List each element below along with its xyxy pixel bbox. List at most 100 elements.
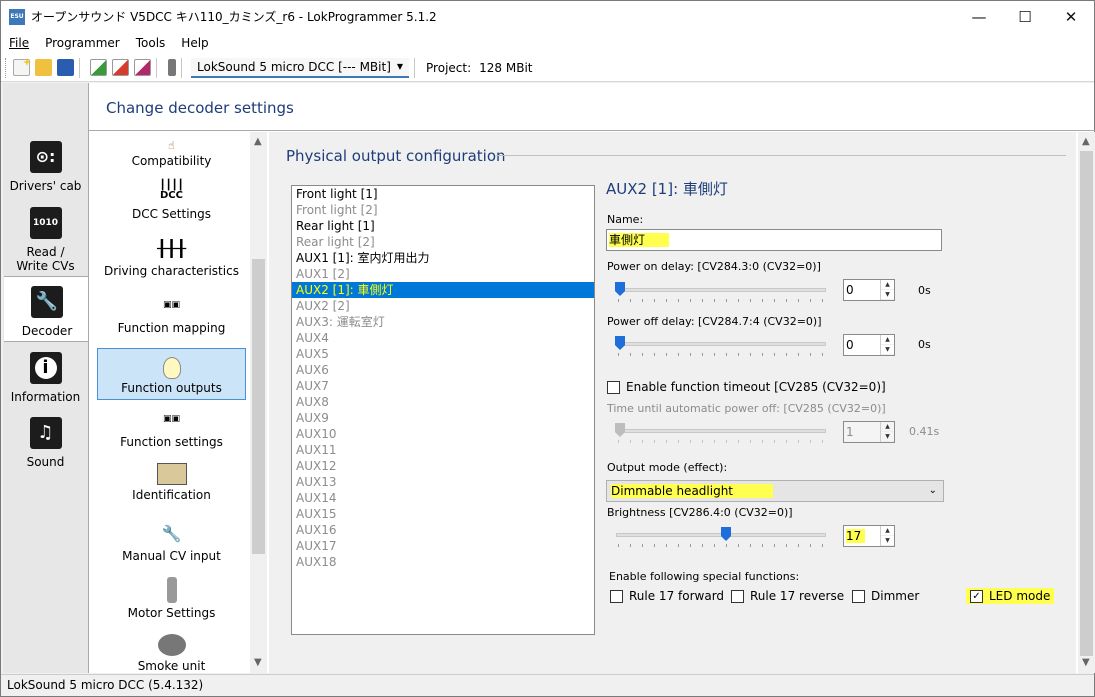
brightness-spin[interactable]: 17 ▲ ▼: [843, 525, 895, 547]
spin-buttons[interactable]: ▲ ▼: [880, 280, 894, 300]
checkbox-checked[interactable]: ✓: [970, 589, 983, 603]
scroll-down-icon[interactable]: ▼: [1082, 657, 1090, 668]
checkbox-box[interactable]: [610, 589, 623, 603]
list-item[interactable]: Front light [1]: [292, 186, 594, 202]
category-motor-settings[interactable]: Motor Settings: [97, 577, 246, 620]
list-item[interactable]: AUX16: [292, 522, 594, 538]
list-item[interactable]: AUX17: [292, 538, 594, 554]
spin-down-icon[interactable]: ▼: [881, 536, 894, 546]
import-icon[interactable]: [90, 59, 107, 76]
spin-up-icon[interactable]: ▲: [881, 526, 894, 536]
decoder-type-dropdown[interactable]: LokSound 5 micro DCC [--- MBit] ▼: [191, 57, 410, 78]
checkbox-box[interactable]: [607, 380, 620, 394]
rule17-reverse-label: Rule 17 reverse: [750, 589, 845, 603]
list-item[interactable]: AUX10: [292, 426, 594, 442]
list-item-selected[interactable]: AUX2 [1]: 車側灯: [292, 282, 594, 298]
sidebar-item-drivers-cab[interactable]: ⊙: Drivers' cab: [3, 141, 88, 193]
timeout-checkbox[interactable]: Enable function timeout [CV285 (CV32=0)]: [607, 380, 886, 394]
list-item[interactable]: AUX11: [292, 442, 594, 458]
power-on-spin[interactable]: 0 ▲ ▼: [843, 279, 895, 301]
list-item[interactable]: AUX8: [292, 394, 594, 410]
auto-off-slider[interactable]: [615, 423, 625, 437]
scroll-down-icon[interactable]: ▼: [254, 657, 262, 668]
list-item[interactable]: AUX7: [292, 378, 594, 394]
checkbox-box[interactable]: [731, 589, 744, 603]
spin-up-icon[interactable]: ▲: [881, 280, 894, 290]
name-field[interactable]: 車側灯: [606, 229, 942, 251]
category-function-settings[interactable]: ▣▣ Function settings: [97, 406, 246, 449]
sidebar-item-information[interactable]: i Information: [3, 352, 88, 404]
new-file-icon[interactable]: [13, 58, 31, 76]
power-on-slider[interactable]: [615, 282, 625, 296]
list-item[interactable]: AUX13: [292, 474, 594, 490]
list-item[interactable]: AUX5: [292, 346, 594, 362]
menu-help[interactable]: Help: [173, 36, 216, 50]
maximize-button[interactable]: ☐: [1002, 1, 1048, 32]
list-item[interactable]: AUX1 [2]: [292, 266, 594, 282]
list-item[interactable]: Rear light [1]: [292, 218, 594, 234]
spin-down-icon[interactable]: ▼: [881, 290, 894, 300]
category-dcc-settings[interactable]: ┃┃┃┃ DCC DCC Settings: [97, 178, 246, 222]
led-mode-checkbox[interactable]: ✓ LED mode: [966, 588, 1055, 604]
list-item[interactable]: AUX1 [1]: 室内灯用出力: [292, 250, 594, 266]
category-driving-characteristics[interactable]: ╂╂╂ Driving characteristics: [97, 235, 246, 279]
list-item[interactable]: AUX6: [292, 362, 594, 378]
output-list[interactable]: Front light [1] Front light [2] Rear lig…: [291, 185, 595, 635]
spin-buttons[interactable]: ▲ ▼: [880, 526, 894, 546]
category-scrollbar[interactable]: ▲ ▼: [250, 132, 267, 673]
menu-programmer[interactable]: Programmer: [37, 36, 128, 50]
dimmer-checkbox[interactable]: Dimmer: [852, 589, 919, 603]
menu-file[interactable]: File: [1, 36, 37, 50]
sidebar-item-sound[interactable]: ♫ Sound: [3, 417, 88, 469]
list-item[interactable]: AUX15: [292, 506, 594, 522]
export-icon[interactable]: [112, 59, 129, 76]
category-manual-cv-input[interactable]: 🔧 Manual CV input: [97, 520, 246, 564]
scrollbar-thumb[interactable]: [252, 259, 265, 554]
key-icon[interactable]: [168, 59, 176, 76]
checkbox-box[interactable]: [852, 589, 865, 603]
power-off-spin[interactable]: 0 ▲ ▼: [843, 334, 895, 356]
spin-down-icon[interactable]: ▼: [881, 432, 894, 442]
list-item[interactable]: AUX9: [292, 410, 594, 426]
brightness-slider[interactable]: [721, 527, 731, 541]
open-folder-icon[interactable]: [35, 59, 52, 76]
list-item[interactable]: AUX2 [2]: [292, 298, 594, 314]
spin-up-icon[interactable]: ▲: [881, 335, 894, 345]
panel-scrollbar[interactable]: ▲ ▼: [1078, 132, 1095, 673]
sidebar-item-read-write-cvs[interactable]: 1010 Read / Write CVs: [3, 207, 88, 273]
rule17-reverse-checkbox[interactable]: Rule 17 reverse: [731, 589, 844, 603]
spin-buttons[interactable]: ▲ ▼: [880, 422, 894, 442]
rule17-forward-checkbox[interactable]: Rule 17 forward: [610, 589, 724, 603]
power-off-slider[interactable]: [615, 336, 625, 350]
sidebar-item-label: Sound: [26, 455, 65, 469]
auto-off-spin[interactable]: 1 ▲ ▼: [843, 421, 895, 443]
category-identification[interactable]: Identification: [97, 463, 246, 502]
scroll-up-icon[interactable]: ▲: [1082, 136, 1090, 147]
list-item[interactable]: Front light [2]: [292, 202, 594, 218]
list-item[interactable]: AUX14: [292, 490, 594, 506]
list-item[interactable]: AUX12: [292, 458, 594, 474]
scrollbar-thumb[interactable]: [1080, 151, 1093, 656]
save-icon[interactable]: [57, 59, 74, 76]
category-function-outputs[interactable]: Function outputs: [97, 348, 246, 400]
list-item[interactable]: AUX3: 運転室灯: [292, 314, 594, 330]
spin-buttons[interactable]: ▲ ▼: [880, 335, 894, 355]
list-item[interactable]: AUX18: [292, 554, 594, 570]
toolbar-separator: [79, 57, 80, 78]
sidebar-item-decoder[interactable]: 🔧 Decoder: [4, 276, 90, 342]
minimize-button[interactable]: —: [956, 1, 1002, 32]
close-button[interactable]: ✕: [1048, 1, 1094, 32]
list-item[interactable]: AUX4: [292, 330, 594, 346]
list-item[interactable]: Rear light [2]: [292, 234, 594, 250]
scroll-up-icon[interactable]: ▲: [254, 136, 262, 147]
spin-up-icon[interactable]: ▲: [881, 422, 894, 432]
function-mapping-icon: ▣▣: [162, 300, 180, 310]
category-function-mapping[interactable]: ▣▣ Function mapping: [97, 292, 246, 335]
category-compatibility[interactable]: ☝ Compatibility: [97, 134, 246, 169]
output-mode-dropdown[interactable]: Dimmable headlight ⌄: [606, 480, 944, 502]
led-mode-label: LED mode: [989, 589, 1051, 603]
menu-tools[interactable]: Tools: [128, 36, 174, 50]
category-smoke-unit[interactable]: Smoke unit: [97, 634, 246, 673]
write-icon[interactable]: [134, 59, 151, 76]
spin-down-icon[interactable]: ▼: [881, 345, 894, 355]
